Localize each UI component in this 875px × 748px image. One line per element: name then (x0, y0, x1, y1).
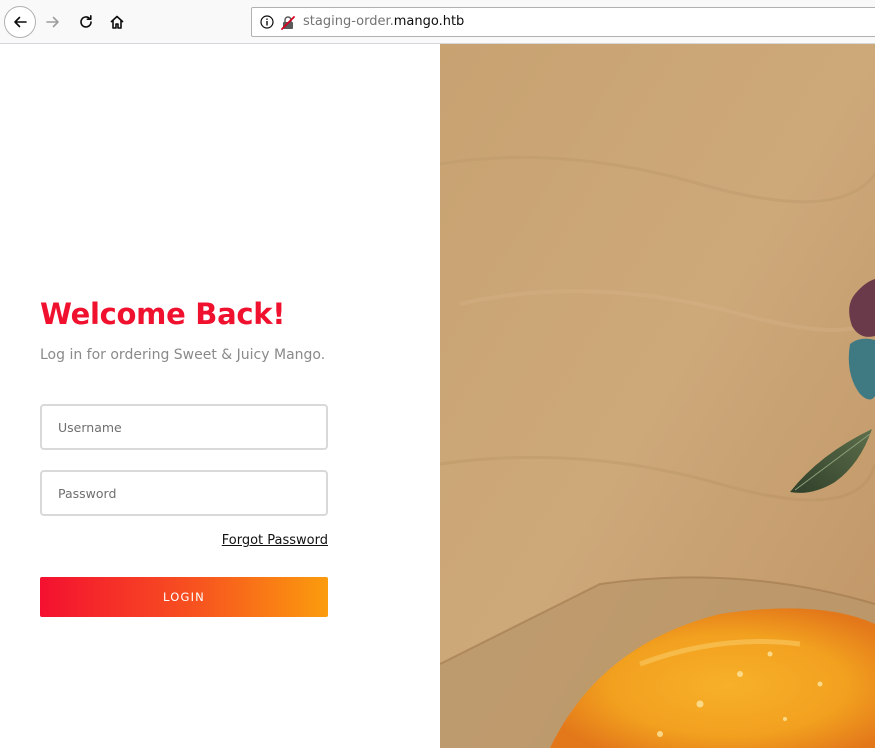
url-bar[interactable]: staging-order.mango.htb (251, 7, 875, 37)
page-subtitle: Log in for ordering Sweet & Juicy Mango. (40, 347, 326, 363)
username-input[interactable] (40, 404, 328, 450)
browser-toolbar: staging-order.mango.htb (0, 0, 875, 44)
info-icon[interactable] (260, 15, 274, 29)
reload-button[interactable] (70, 6, 102, 38)
back-button[interactable] (4, 6, 36, 38)
url-text[interactable]: staging-order.mango.htb (303, 14, 464, 29)
back-arrow-icon (14, 16, 27, 28)
url-host: mango.htb (393, 14, 465, 29)
url-subdomain: staging-order. (303, 14, 394, 29)
forward-button[interactable] (37, 6, 69, 38)
forward-arrow-icon (46, 16, 59, 28)
page-content: Welcome Back! Log in for ordering Sweet … (0, 44, 875, 748)
password-input[interactable] (40, 470, 328, 516)
home-button[interactable] (101, 6, 133, 38)
mango-hero-image (440, 44, 875, 748)
insecure-lock-icon[interactable] (280, 15, 296, 31)
login-button[interactable]: LOGIN (40, 577, 328, 617)
reload-icon (80, 15, 92, 28)
page-title: Welcome Back! (40, 297, 286, 331)
home-icon (110, 15, 124, 29)
forgot-password-link[interactable]: Forgot Password (222, 533, 328, 548)
login-panel: Welcome Back! Log in for ordering Sweet … (0, 44, 440, 748)
